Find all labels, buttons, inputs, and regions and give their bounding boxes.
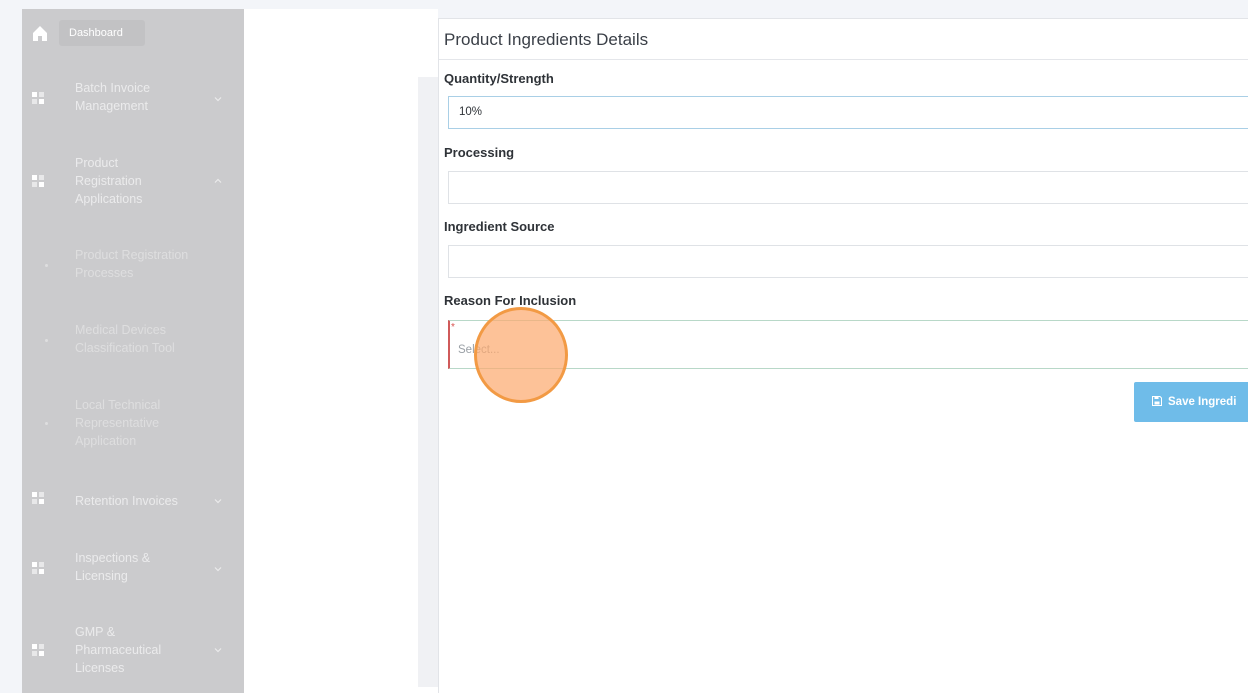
bullet-icon <box>45 339 48 342</box>
quantity-strength-label: Quantity/Strength <box>444 71 554 86</box>
click-indicator <box>474 307 568 403</box>
grid-icon <box>32 175 44 187</box>
reason-for-inclusion-label: Reason For Inclusion <box>444 293 577 308</box>
modal-header: Product Ingredients Details <box>439 19 1248 60</box>
sidebar-item-label: GMP & Pharmaceutical Licenses <box>75 625 162 675</box>
chevron-down-icon <box>214 97 222 102</box>
sidebar-subitem-product-registration-processes[interactable]: Product Registration Processes <box>22 246 244 286</box>
sidebar: Dashboard Batch Invoice Management Produ… <box>22 9 244 693</box>
quantity-strength-input[interactable]: 10% <box>448 96 1248 129</box>
sidebar-item-label: Inspections & Licensing <box>75 551 151 583</box>
save-ingredient-button[interactable]: Save Ingredi <box>1134 382 1248 422</box>
bullet-icon <box>45 422 48 425</box>
bullet-icon <box>45 264 48 267</box>
sidebar-subitem-label: Medical Devices Classification Tool <box>75 323 175 355</box>
modal-title: Product Ingredients Details <box>444 30 649 49</box>
sidebar-item-batch-invoice[interactable]: Batch Invoice Management <box>22 79 244 119</box>
ingredient-source-label: Ingredient Source <box>444 219 555 234</box>
sidebar-item-inspections[interactable]: Inspections & Licensing <box>22 549 244 589</box>
chevron-up-icon <box>214 178 222 183</box>
chevron-down-icon <box>214 499 222 504</box>
processing-label: Processing <box>444 145 515 160</box>
grid-icon <box>32 92 44 104</box>
reason-for-inclusion-select[interactable]: * Select... <box>448 320 1248 369</box>
sidebar-item-retention-invoices[interactable]: Retention Invoices <box>22 491 244 511</box>
sidebar-item-label: Retention Invoices <box>75 494 178 508</box>
save-icon <box>1152 396 1162 406</box>
grid-icon <box>32 644 44 656</box>
required-marker: * <box>451 322 455 333</box>
chevron-down-icon <box>214 567 222 572</box>
processing-input[interactable] <box>448 171 1248 204</box>
grid-icon <box>32 492 44 504</box>
sidebar-item-label: Product Registration Applications <box>75 156 143 206</box>
ingredient-source-input[interactable] <box>448 245 1248 278</box>
sidebar-item-gmp-licenses[interactable]: GMP & Pharmaceutical Licenses <box>22 623 244 679</box>
sidebar-item-product-registration[interactable]: Product Registration Applications <box>22 154 244 210</box>
background-content-band <box>418 77 438 687</box>
sidebar-subitem-label: Product Registration Processes <box>75 248 189 280</box>
sidebar-subitem-local-technical-rep[interactable]: Local Technical Representative Applicati… <box>22 396 244 452</box>
grid-icon <box>32 562 44 574</box>
sidebar-subitem-label: Local Technical Representative Applicati… <box>75 398 161 448</box>
background-page <box>244 9 418 693</box>
chevron-down-icon <box>214 648 222 653</box>
sidebar-item-label: Batch Invoice Management <box>75 81 151 113</box>
sidebar-subitem-medical-devices[interactable]: Medical Devices Classification Tool <box>22 321 244 361</box>
save-button-label: Save Ingredi <box>1168 396 1237 408</box>
dashboard-link[interactable]: Dashboard <box>59 20 145 46</box>
sidebar-home[interactable]: Dashboard <box>22 9 244 55</box>
home-icon <box>33 26 47 41</box>
